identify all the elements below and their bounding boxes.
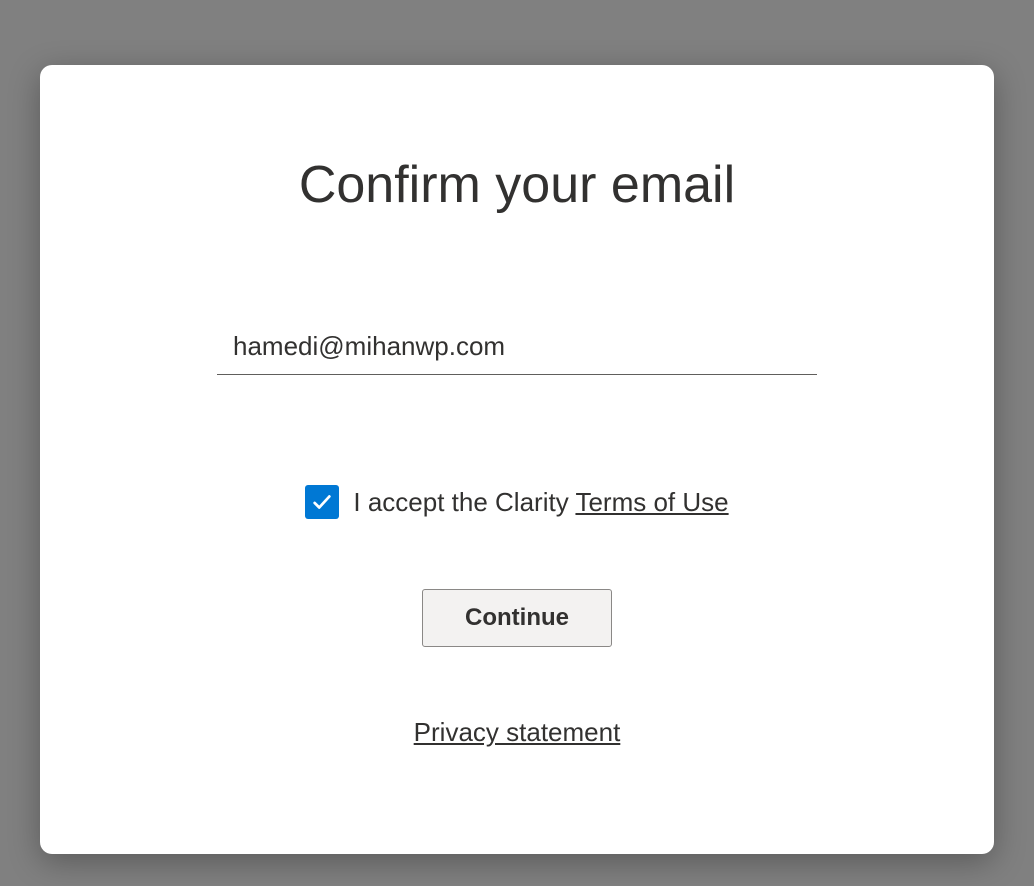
dialog-title: Confirm your email [299,155,735,215]
accept-terms-checkbox[interactable] [305,485,339,519]
terms-of-use-link[interactable]: Terms of Use [575,487,728,517]
privacy-statement-link[interactable]: Privacy statement [414,717,621,748]
accept-terms-label: I accept the Clarity Terms of Use [353,487,728,518]
confirm-email-dialog: Confirm your email hamedi@mihanwp.com I … [40,65,994,854]
terms-checkbox-row: I accept the Clarity Terms of Use [305,485,728,519]
email-input[interactable]: hamedi@mihanwp.com [217,325,817,375]
check-icon [311,491,333,513]
continue-button[interactable]: Continue [422,589,612,647]
